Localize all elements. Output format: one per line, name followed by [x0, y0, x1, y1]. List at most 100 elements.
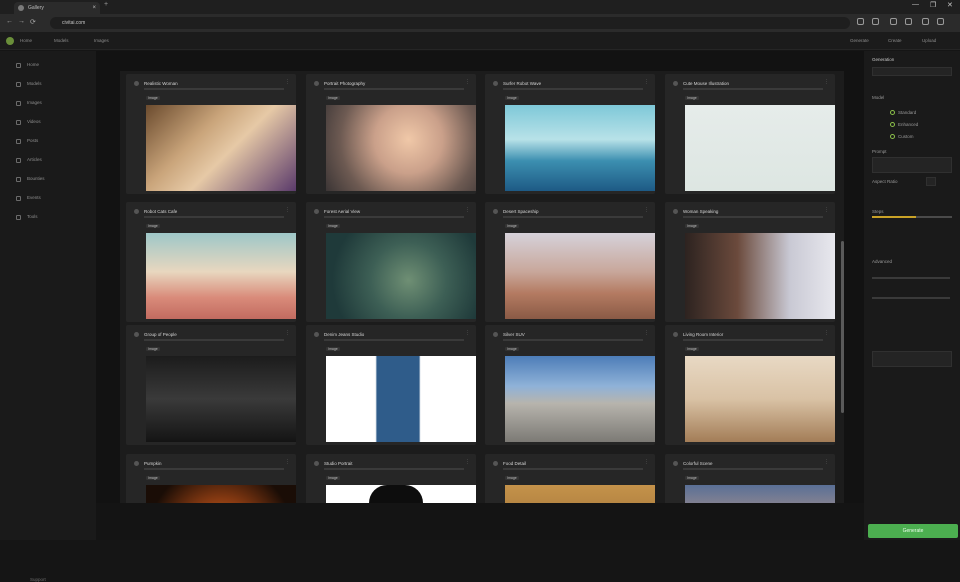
dock-handle[interactable]	[369, 485, 423, 503]
radio-enhanced[interactable]	[890, 122, 895, 127]
card-image[interactable]	[685, 233, 835, 319]
appbar-create[interactable]: Create	[888, 38, 902, 43]
gallery-card[interactable]: Portrait Photography ⋮ Image	[306, 74, 476, 194]
sidebar-item-images[interactable]: Images	[16, 98, 86, 108]
gallery-card[interactable]: Forest Aerial View ⋮ Image	[306, 202, 476, 322]
creator-avatar-icon[interactable]	[314, 81, 319, 86]
card-menu-icon[interactable]: ⋮	[644, 330, 649, 336]
maximize-button[interactable]: ❐	[930, 1, 936, 9]
gallery-card[interactable]: Woman Speaking ⋮ Image	[665, 202, 835, 322]
reload-button[interactable]: ⟳	[30, 18, 36, 26]
new-tab-button[interactable]: +	[104, 1, 108, 8]
card-image[interactable]	[326, 105, 476, 191]
gallery-card[interactable]: Denim Jeans Studio ⋮ Image	[306, 325, 476, 445]
sidebar-item-home[interactable]: Home	[16, 60, 86, 70]
creator-avatar-icon[interactable]	[314, 332, 319, 337]
card-menu-icon[interactable]: ⋮	[285, 330, 290, 336]
card-image[interactable]	[326, 356, 476, 442]
card-menu-icon[interactable]: ⋮	[824, 330, 829, 336]
card-menu-icon[interactable]: ⋮	[285, 207, 290, 213]
gallery-card[interactable]: Desert Spaceship ⋮ Image	[485, 202, 655, 322]
steps-slider[interactable]	[872, 216, 952, 218]
back-button[interactable]: ←	[6, 18, 13, 25]
gallery-card[interactable]: Living Room Interior ⋮ Image	[665, 325, 835, 445]
gallery-card[interactable]: Realistic Woman ⋮ Image	[126, 74, 296, 194]
tab-close-icon[interactable]: ×	[92, 2, 96, 14]
profile-icon[interactable]	[922, 18, 929, 25]
sidebar-item-posts[interactable]: Posts	[16, 136, 86, 146]
card-image[interactable]	[505, 485, 655, 503]
gallery-scrollbar[interactable]	[841, 241, 844, 413]
creator-avatar-icon[interactable]	[673, 209, 678, 214]
card-image[interactable]	[146, 485, 296, 503]
creator-avatar-icon[interactable]	[493, 332, 498, 337]
minimize-button[interactable]: —	[912, 1, 919, 8]
radio-custom[interactable]	[890, 134, 895, 139]
sidebar-item-bounties[interactable]: Bounties	[16, 174, 86, 184]
card-menu-icon[interactable]: ⋮	[824, 207, 829, 213]
gallery-card[interactable]: Food Detail ⋮ Image	[485, 454, 655, 503]
card-menu-icon[interactable]: ⋮	[285, 459, 290, 465]
model-select[interactable]	[872, 67, 952, 76]
address-bar[interactable]: civitai.com	[50, 17, 850, 29]
creator-avatar-icon[interactable]	[673, 332, 678, 337]
sidebar-footer[interactable]: Support	[30, 577, 46, 582]
card-menu-icon[interactable]: ⋮	[465, 207, 470, 213]
sidebar-item-models[interactable]: Models	[16, 79, 86, 89]
card-image[interactable]	[685, 105, 835, 191]
gallery-card[interactable]: Group of People ⋮ Image	[126, 325, 296, 445]
appnav-models[interactable]: Models	[54, 38, 69, 43]
creator-avatar-icon[interactable]	[673, 81, 678, 86]
gallery-card[interactable]: Silver SUV ⋮ Image	[485, 325, 655, 445]
creator-avatar-icon[interactable]	[134, 332, 139, 337]
appnav-home[interactable]: Home	[20, 38, 32, 43]
gallery-card[interactable]: Surfer Robot Wave ⋮ Image	[485, 74, 655, 194]
logo-icon[interactable]	[6, 37, 14, 45]
gallery-card[interactable]: Pumpkin ⋮ Image	[126, 454, 296, 503]
gallery-card[interactable]: Colorful Scene ⋮ Image	[665, 454, 835, 503]
sidebar-item-events[interactable]: Events	[16, 193, 86, 203]
card-menu-icon[interactable]: ⋮	[465, 330, 470, 336]
appbar-upload[interactable]: Upload	[922, 38, 936, 43]
card-image[interactable]	[146, 105, 296, 191]
card-menu-icon[interactable]: ⋮	[465, 79, 470, 85]
creator-avatar-icon[interactable]	[134, 209, 139, 214]
gallery-card[interactable]: Cute Mouse Illustration ⋮ Image	[665, 74, 835, 194]
creator-avatar-icon[interactable]	[314, 461, 319, 466]
creator-avatar-icon[interactable]	[314, 209, 319, 214]
generate-button[interactable]: Generate	[868, 524, 958, 538]
prompt-input[interactable]	[872, 157, 952, 173]
sidebar-item-articles[interactable]: Articles	[16, 155, 86, 165]
card-image[interactable]	[505, 356, 655, 442]
creator-avatar-icon[interactable]	[493, 209, 498, 214]
card-menu-icon[interactable]: ⋮	[824, 459, 829, 465]
card-image[interactable]	[505, 233, 655, 319]
aspect-toggle[interactable]	[926, 177, 936, 186]
creator-avatar-icon[interactable]	[493, 81, 498, 86]
appbar-generate[interactable]: Generate	[850, 38, 869, 43]
card-image[interactable]	[505, 105, 655, 191]
menu-icon[interactable]	[937, 18, 944, 25]
card-image[interactable]	[146, 233, 296, 319]
additional-resource[interactable]	[872, 351, 952, 367]
gallery-card[interactable]: Robot Cats Cafe ⋮ Image	[126, 202, 296, 322]
card-image[interactable]	[326, 233, 476, 319]
appnav-images[interactable]: Images	[94, 38, 109, 43]
card-menu-icon[interactable]: ⋮	[644, 459, 649, 465]
card-menu-icon[interactable]: ⋮	[644, 79, 649, 85]
radio-standard[interactable]	[890, 110, 895, 115]
card-image[interactable]	[685, 485, 835, 503]
close-window-button[interactable]: ✕	[947, 1, 953, 9]
sidebar-item-videos[interactable]: Videos	[16, 117, 86, 127]
extensions-puzzle-icon[interactable]	[890, 18, 897, 25]
sidebar-item-tools[interactable]: Tools	[16, 212, 86, 222]
extension-icon[interactable]	[857, 18, 864, 25]
download-icon[interactable]	[905, 18, 912, 25]
card-menu-icon[interactable]: ⋮	[644, 207, 649, 213]
forward-button[interactable]: →	[18, 18, 25, 25]
creator-avatar-icon[interactable]	[673, 461, 678, 466]
card-menu-icon[interactable]: ⋮	[465, 459, 470, 465]
card-menu-icon[interactable]: ⋮	[824, 79, 829, 85]
card-image[interactable]	[685, 356, 835, 442]
browser-tab[interactable]: Gallery ×	[14, 2, 100, 14]
